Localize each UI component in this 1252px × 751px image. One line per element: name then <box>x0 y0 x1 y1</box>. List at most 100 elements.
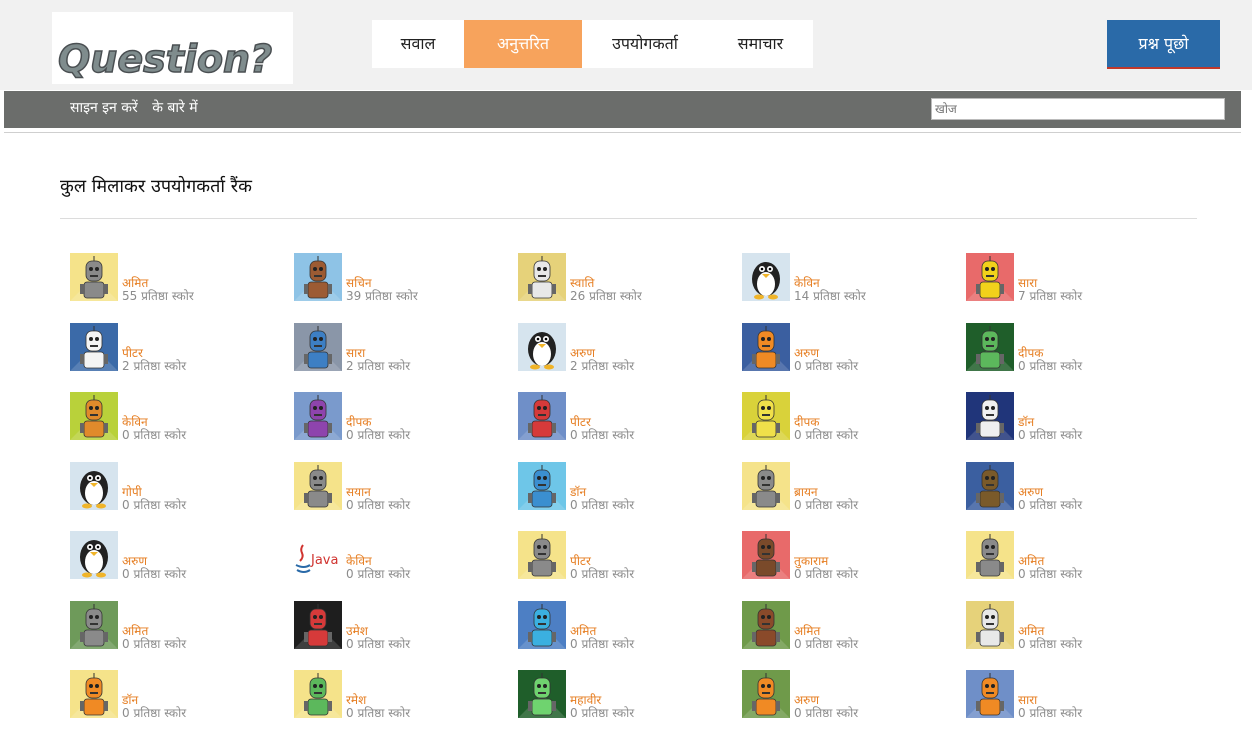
robot-avatar-icon[interactable] <box>966 253 1014 301</box>
user-card[interactable]: अरुण 0 प्रतिष्ठा स्कोर <box>70 531 294 581</box>
robot-avatar-icon[interactable] <box>966 322 1014 371</box>
robot-avatar-icon[interactable] <box>966 392 1014 440</box>
user-card[interactable]: केविन 14 प्रतिष्ठा स्कोर <box>742 253 966 303</box>
search-input[interactable] <box>931 98 1225 120</box>
user-name-link[interactable]: सचिन <box>346 276 372 290</box>
robot-avatar-icon[interactable] <box>742 531 790 579</box>
user-name-link[interactable]: अरुण <box>570 346 595 360</box>
user-card[interactable]: गोपी 0 प्रतिष्ठा स्कोर <box>70 461 294 512</box>
site-logo[interactable]: Question? <box>52 12 293 84</box>
user-card[interactable]: सारा 7 प्रतिष्ठा स्कोर <box>966 253 1190 303</box>
user-name-link[interactable]: डॉन <box>1018 415 1034 429</box>
user-name-link[interactable]: अमित <box>1018 624 1044 638</box>
user-card[interactable]: डॉन 0 प्रतिष्ठा स्कोर <box>70 670 294 720</box>
robot-avatar-icon[interactable] <box>518 253 566 301</box>
user-name-link[interactable]: उमेश <box>346 624 368 638</box>
user-card[interactable]: केविन 0 प्रतिष्ठा स्कोर <box>70 392 294 442</box>
robot-avatar-icon[interactable] <box>294 461 342 510</box>
user-name-link[interactable]: अरुण <box>1018 485 1043 499</box>
user-card[interactable]: पीटर 0 प्रतिष्ठा स्कोर <box>518 531 742 581</box>
robot-avatar-icon[interactable] <box>742 461 790 510</box>
robot-avatar-icon[interactable] <box>294 600 342 649</box>
user-name-link[interactable]: केविन <box>346 554 372 568</box>
user-card[interactable]: अमित 0 प्रतिष्ठा स्कोर <box>742 600 966 651</box>
robot-avatar-icon[interactable] <box>966 461 1014 510</box>
user-card[interactable]: अमित 55 प्रतिष्ठा स्कोर <box>70 253 294 303</box>
java-avatar-icon[interactable]: Java <box>294 531 342 579</box>
user-card[interactable]: अमित 0 प्रतिष्ठा स्कोर <box>70 600 294 651</box>
robot-avatar-icon[interactable] <box>70 253 118 301</box>
robot-avatar-icon[interactable] <box>294 392 342 440</box>
user-card[interactable]: दीपक 0 प्रतिष्ठा स्कोर <box>294 392 518 442</box>
user-name-link[interactable]: महावीर <box>570 693 601 707</box>
user-name-link[interactable]: सारा <box>1018 693 1037 707</box>
robot-avatar-icon[interactable] <box>70 322 118 371</box>
user-card[interactable]: स्वाति 26 प्रतिष्ठा स्कोर <box>518 253 742 303</box>
user-name-link[interactable]: केविन <box>122 415 148 429</box>
user-name-link[interactable]: अमित <box>570 624 596 638</box>
ask-question-button[interactable]: प्रश्न पूछो <box>1107 20 1220 69</box>
user-card[interactable]: पीटर 0 प्रतिष्ठा स्कोर <box>518 392 742 442</box>
robot-avatar-icon[interactable] <box>70 600 118 649</box>
user-name-link[interactable]: अमित <box>122 276 148 290</box>
user-card[interactable]: अरुण 0 प्रतिष्ठा स्कोर <box>966 461 1190 512</box>
user-name-link[interactable]: तुकाराम <box>794 554 828 568</box>
about-link[interactable]: के बारे में <box>152 100 197 116</box>
robot-avatar-icon[interactable] <box>294 253 342 301</box>
robot-avatar-icon[interactable] <box>966 600 1014 649</box>
nav-tab-news[interactable]: समाचार <box>708 20 813 68</box>
user-card[interactable]: उमेश 0 प्रतिष्ठा स्कोर <box>294 600 518 651</box>
robot-avatar-icon[interactable] <box>518 392 566 440</box>
robot-avatar-icon[interactable] <box>518 461 566 510</box>
nav-tab-questions[interactable]: सवाल <box>372 20 464 68</box>
user-card[interactable]: पीटर 2 प्रतिष्ठा स्कोर <box>70 322 294 373</box>
user-name-link[interactable]: ब्रायन <box>794 485 818 499</box>
user-name-link[interactable]: सारा <box>346 346 365 360</box>
penguin-avatar-icon[interactable] <box>518 322 566 371</box>
robot-avatar-icon[interactable] <box>518 531 566 579</box>
user-card[interactable]: अरुण 2 प्रतिष्ठा स्कोर <box>518 322 742 373</box>
user-card[interactable]: सारा 2 प्रतिष्ठा स्कोर <box>294 322 518 373</box>
user-name-link[interactable]: केविन <box>794 276 820 290</box>
user-name-link[interactable]: दीपक <box>794 415 820 429</box>
user-card[interactable]: ब्रायन 0 प्रतिष्ठा स्कोर <box>742 461 966 512</box>
robot-avatar-icon[interactable] <box>966 531 1014 579</box>
user-name-link[interactable]: अरुण <box>122 554 147 568</box>
user-card[interactable]: डॉन 0 प्रतिष्ठा स्कोर <box>966 392 1190 442</box>
user-card[interactable]: अमित 0 प्रतिष्ठा स्कोर <box>966 531 1190 581</box>
user-name-link[interactable]: रमेश <box>346 693 366 707</box>
user-card[interactable]: सचिन 39 प्रतिष्ठा स्कोर <box>294 253 518 303</box>
user-card[interactable]: सयान 0 प्रतिष्ठा स्कोर <box>294 461 518 512</box>
user-card[interactable]: अमित 0 प्रतिष्ठा स्कोर <box>966 600 1190 651</box>
robot-avatar-icon[interactable] <box>70 670 118 718</box>
robot-avatar-icon[interactable] <box>742 600 790 649</box>
user-name-link[interactable]: पीटर <box>122 346 143 360</box>
penguin-avatar-icon[interactable] <box>70 531 118 579</box>
user-name-link[interactable]: डॉन <box>570 485 586 499</box>
user-name-link[interactable]: स्वाति <box>570 276 594 290</box>
user-name-link[interactable]: अरुण <box>794 693 819 707</box>
nav-tab-unanswered[interactable]: अनुत्तरित <box>464 20 582 68</box>
user-name-link[interactable]: पीटर <box>570 554 591 568</box>
penguin-avatar-icon[interactable] <box>742 253 790 301</box>
robot-avatar-icon[interactable] <box>742 322 790 371</box>
signin-link[interactable]: साइन इन करें <box>70 100 138 116</box>
user-name-link[interactable]: सारा <box>1018 276 1037 290</box>
user-card[interactable]: Java केविन 0 प्रतिष्ठा स्कोर <box>294 531 518 581</box>
robot-avatar-icon[interactable] <box>294 322 342 371</box>
user-card[interactable]: अरुण 0 प्रतिष्ठा स्कोर <box>742 322 966 373</box>
nav-tab-users[interactable]: उपयोगकर्ता <box>582 20 708 68</box>
robot-avatar-icon[interactable] <box>742 392 790 440</box>
user-card[interactable]: अरुण 0 प्रतिष्ठा स्कोर <box>742 670 966 720</box>
robot-avatar-icon[interactable] <box>294 670 342 718</box>
user-name-link[interactable]: अमित <box>122 624 148 638</box>
user-name-link[interactable]: डॉन <box>122 693 138 707</box>
user-card[interactable]: तुकाराम 0 प्रतिष्ठा स्कोर <box>742 531 966 581</box>
user-name-link[interactable]: दीपक <box>346 415 372 429</box>
user-name-link[interactable]: पीटर <box>570 415 591 429</box>
user-card[interactable]: अमित 0 प्रतिष्ठा स्कोर <box>518 600 742 651</box>
robot-avatar-icon[interactable] <box>966 670 1014 718</box>
user-name-link[interactable]: गोपी <box>122 485 142 499</box>
user-card[interactable]: रमेश 0 प्रतिष्ठा स्कोर <box>294 670 518 720</box>
robot-avatar-icon[interactable] <box>70 392 118 440</box>
